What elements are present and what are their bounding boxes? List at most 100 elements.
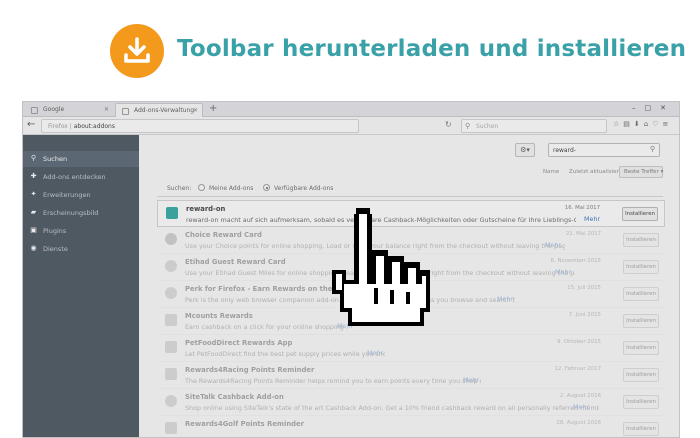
addons-sidebar: ⚲ Suchen ✚ Add-ons entdecken ✦ Erweiteru… (23, 135, 139, 437)
tab-label: Add-ons-Verwaltung (134, 107, 195, 114)
more-link[interactable]: Mehr (555, 268, 571, 276)
url-prefix: Firefox (48, 123, 68, 130)
mcounts-icon (165, 314, 177, 326)
more-link[interactable]: Mehr (497, 295, 513, 303)
sort-last-updated[interactable]: Zuletzt aktualisiert (569, 169, 621, 175)
extension-icon: ✦ (30, 190, 37, 198)
addon-name: Rewards4Golf Points Reminder (185, 420, 305, 428)
install-button[interactable]: Installieren (623, 368, 659, 382)
addon-name: Rewards4Racing Points Reminder (185, 366, 315, 374)
brush-icon: ▰ (30, 208, 37, 216)
petfood-icon (165, 341, 177, 353)
toolbar-icons[interactable]: ☆▤⬇⌂♡≡ (613, 120, 672, 128)
tab-google[interactable]: Google ✕ (25, 103, 113, 117)
install-button[interactable]: Installieren (623, 395, 659, 409)
more-link[interactable]: Mehr (463, 376, 479, 384)
etihad-icon (165, 260, 177, 272)
sidebar-item-label: Plugins (43, 227, 67, 235)
addon-date: 22. Mai 2017 (565, 231, 601, 237)
sort-best-match-label: Beste Treffer (624, 169, 659, 175)
addon-search-input[interactable]: reward- ⚲ (548, 143, 660, 157)
radio-available-addons-label: Verfügbare Add-ons (274, 185, 334, 192)
sidebar-item-plugins[interactable]: ▣ Plugins (23, 223, 139, 239)
url-bar[interactable]: Firefox | about:addons (41, 119, 359, 133)
tab-label: Google (43, 106, 65, 113)
install-button[interactable]: Installieren (623, 422, 659, 436)
install-button[interactable]: Installieren (623, 233, 659, 247)
addon-description: Shop online using SiteTalk's state of th… (185, 404, 599, 412)
new-tab-button[interactable]: + (209, 103, 217, 114)
addon-date: 16. Mai 2017 (564, 205, 600, 211)
addon-name: reward-on (186, 205, 226, 213)
search-icon: ⚲ (30, 154, 37, 162)
sort-name[interactable]: Name (543, 169, 559, 175)
back-arrow-icon[interactable]: ← (27, 119, 35, 130)
sidebar-item-search[interactable]: ⚲ Suchen (23, 151, 139, 167)
tab-strip: Google ✕ Add-ons-Verwaltung ✕ + –□✕ (23, 102, 679, 117)
addon-name: SiteTalk Cashback Add-on (185, 393, 284, 401)
more-link[interactable]: Mehr (367, 349, 383, 357)
filter-label: Suchen: (167, 185, 192, 192)
radio-my-addons[interactable] (198, 184, 205, 191)
services-icon: ◉ (30, 244, 37, 252)
list-item[interactable]: Rewards4Racing Points Reminder The Rewar… (157, 362, 665, 389)
sidebar-item-label: Add-ons entdecken (43, 173, 106, 181)
puzzle-icon (122, 108, 129, 115)
more-link[interactable]: Mehr (573, 403, 589, 411)
addon-date: 12. Februar 2017 (554, 366, 601, 372)
sort-best-match-button[interactable]: Beste Treffer ▾ (619, 166, 663, 178)
hand-cursor-icon (332, 208, 430, 326)
gear-icon[interactable]: ⚙▾ (515, 143, 535, 157)
search-icon: ⚲ (649, 145, 655, 153)
url-text: about:addons (73, 123, 115, 130)
radio-available-addons[interactable] (263, 184, 270, 191)
hero-banner: Toolbar herunterladen und installieren (0, 0, 700, 100)
addon-name: PetFoodDirect Rewards App (185, 339, 293, 347)
addon-search-value: reward- (553, 147, 576, 154)
addon-date: 9. Oktober 2015 (556, 339, 601, 345)
tab-addons[interactable]: Add-ons-Verwaltung ✕ (115, 103, 203, 117)
list-item[interactable]: Rewards4Golf Points Reminder 28. August … (157, 416, 665, 437)
list-item[interactable]: SiteTalk Cashback Add-on Shop online usi… (157, 389, 665, 416)
rewards4racing-icon (165, 368, 177, 380)
install-button[interactable]: Installieren (623, 341, 659, 355)
addon-date: 28. August 2016 (556, 420, 601, 426)
close-icon[interactable]: ✕ (104, 106, 109, 113)
addon-name: Etihad Guest Reward Card (185, 258, 286, 266)
sidebar-item-services[interactable]: ◉ Dienste (23, 241, 139, 257)
perk-icon (165, 287, 177, 299)
search-bar[interactable]: ⚲ Suchen (461, 119, 607, 133)
sidebar-item-label: Dienste (43, 245, 68, 253)
search-placeholder: Suchen (476, 123, 499, 130)
search-icon: ⚲ (465, 122, 471, 130)
reload-icon[interactable]: ↻ (445, 120, 452, 129)
addon-description: Let PetFoodDirect find the best pet supp… (185, 350, 385, 358)
addon-date: 15. Juli 2015 (567, 285, 601, 291)
install-button[interactable]: Installieren (623, 287, 659, 301)
install-button[interactable]: Installieren (623, 260, 659, 274)
rewards4golf-icon (165, 422, 177, 434)
sidebar-item-discover[interactable]: ✚ Add-ons entdecken (23, 169, 139, 185)
sidebar-item-label: Erweiterungen (43, 191, 91, 199)
addon-date: 2. August 2016 (559, 393, 601, 399)
reward-on-icon (166, 207, 178, 219)
divider (157, 196, 663, 197)
install-button[interactable]: Installieren (623, 314, 659, 328)
radio-my-addons-label: Meine Add-ons (209, 185, 254, 192)
nav-bar: ← Firefox | about:addons ↻ ⚲ Suchen ☆▤⬇⌂… (23, 117, 679, 135)
sidebar-item-label: Erscheinungsbild (43, 209, 99, 217)
more-link[interactable]: Mehr (545, 241, 561, 249)
addon-name: Choice Reward Card (185, 231, 262, 239)
close-icon[interactable]: ✕ (193, 107, 198, 114)
sidebar-item-appearance[interactable]: ▰ Erscheinungsbild (23, 205, 139, 221)
install-button[interactable]: Installieren (622, 207, 658, 221)
google-favicon-icon (31, 107, 38, 114)
sitetalk-icon (165, 395, 177, 407)
puzzle-icon: ✚ (30, 172, 37, 180)
sidebar-item-label: Suchen (43, 155, 68, 163)
plugin-icon: ▣ (30, 226, 37, 234)
window-controls[interactable]: –□✕ (632, 104, 675, 112)
addon-name: Mcounts Rewards (185, 312, 253, 320)
more-link[interactable]: Mehr (584, 215, 600, 223)
sidebar-item-extensions[interactable]: ✦ Erweiterungen (23, 187, 139, 203)
